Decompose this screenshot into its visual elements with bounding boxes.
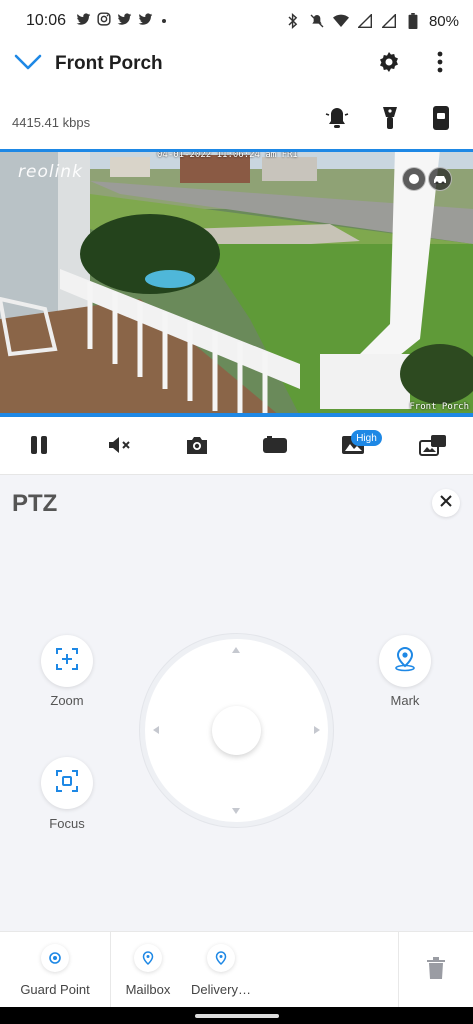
mute-icon [309,13,325,29]
detection-badges [402,167,452,191]
record-button[interactable] [259,431,291,463]
pause-icon [29,435,49,460]
motion-icon [402,167,426,191]
twitter-icon [138,12,153,30]
phone-icon [432,105,450,136]
preset-delivery[interactable]: Delivery… [185,932,257,1008]
mark-label: Mark [390,693,420,708]
phone-view-button[interactable] [426,105,456,135]
focus-label: Focus [49,816,85,831]
arrow-up-icon[interactable] [231,645,241,655]
arrow-right-icon[interactable] [312,725,322,735]
preset-label: Delivery… [191,982,251,997]
vehicle-icon [428,167,452,191]
video-top-line [0,149,473,152]
ptz-joystick[interactable] [140,634,333,827]
location-pin-icon [207,944,235,972]
instagram-icon [97,12,111,30]
close-icon [440,494,452,512]
divider [110,932,111,1008]
preset-label: Guard Point [20,982,90,997]
collapse-button[interactable] [12,50,44,78]
home-indicator[interactable] [195,1014,279,1018]
signal-icon [381,13,397,29]
camera-brand-watermark: reolink [18,162,83,182]
mark-button[interactable] [379,635,431,687]
zoom-in-icon [55,647,79,676]
bluetooth-icon [285,13,301,29]
wifi-icon [332,13,349,29]
switch-view-icon [419,434,447,461]
chevron-down-icon [14,53,42,76]
focus-button[interactable] [41,757,93,809]
pause-button[interactable] [23,431,55,463]
dot-icon [159,13,169,30]
delete-preset-button[interactable] [423,956,449,984]
floodlight-button[interactable] [375,105,405,135]
mute-icon [107,435,133,460]
record-icon [262,435,288,460]
twitter-icon [76,12,91,30]
location-pin-icon [392,646,418,677]
playback-controls [0,417,473,475]
arrow-left-icon[interactable] [151,725,161,735]
location-pin-icon [134,944,162,972]
system-icons: 80% [285,13,459,30]
close-ptz-button[interactable] [432,489,460,517]
twitter-icon [117,12,132,30]
gear-icon [377,50,401,79]
status-bar: 10:06 80% [0,0,473,42]
siren-icon [325,106,349,135]
status-time: 10:06 [26,12,67,29]
trash-icon [427,956,445,984]
preset-guard-point[interactable]: Guard Point [10,932,100,1008]
target-icon [41,944,69,972]
floodlight-icon [381,105,399,136]
signal-icon [357,13,373,29]
live-video[interactable]: reolink 04-01-2022 11:06:24 am FRI Front… [0,149,473,416]
stream-info-row: 4415.41 kbps [0,87,473,149]
camera-name-overlay: Front Porch [409,402,469,412]
siren-button[interactable] [322,105,352,135]
battery-percent: 80% [428,12,459,30]
page-title: Front Porch [55,53,163,74]
zoom-label: Zoom [50,693,84,708]
bitrate-readout: 4415.41 kbps [12,115,91,130]
divider [398,932,399,1008]
camera-icon [185,435,209,460]
arrow-down-icon[interactable] [231,806,241,816]
ptz-title: PTZ [12,490,58,517]
preset-mailbox[interactable]: Mailbox [115,932,181,1008]
snapshot-button[interactable] [181,431,213,463]
preset-bar: Guard Point Mailbox Delivery… [0,931,473,1008]
zoom-button[interactable] [41,635,93,687]
quality-badge: High [351,430,382,446]
settings-button[interactable] [373,50,405,78]
more-options-button[interactable] [428,50,452,78]
more-vertical-icon [437,51,443,78]
app-header: Front Porch [0,42,473,87]
joystick-knob[interactable] [212,706,261,755]
battery-icon [405,13,421,29]
preset-label: Mailbox [125,982,171,997]
audio-button[interactable] [104,431,136,463]
switch-view-button[interactable] [417,431,449,463]
focus-icon [55,769,79,798]
notification-icons [76,12,169,30]
